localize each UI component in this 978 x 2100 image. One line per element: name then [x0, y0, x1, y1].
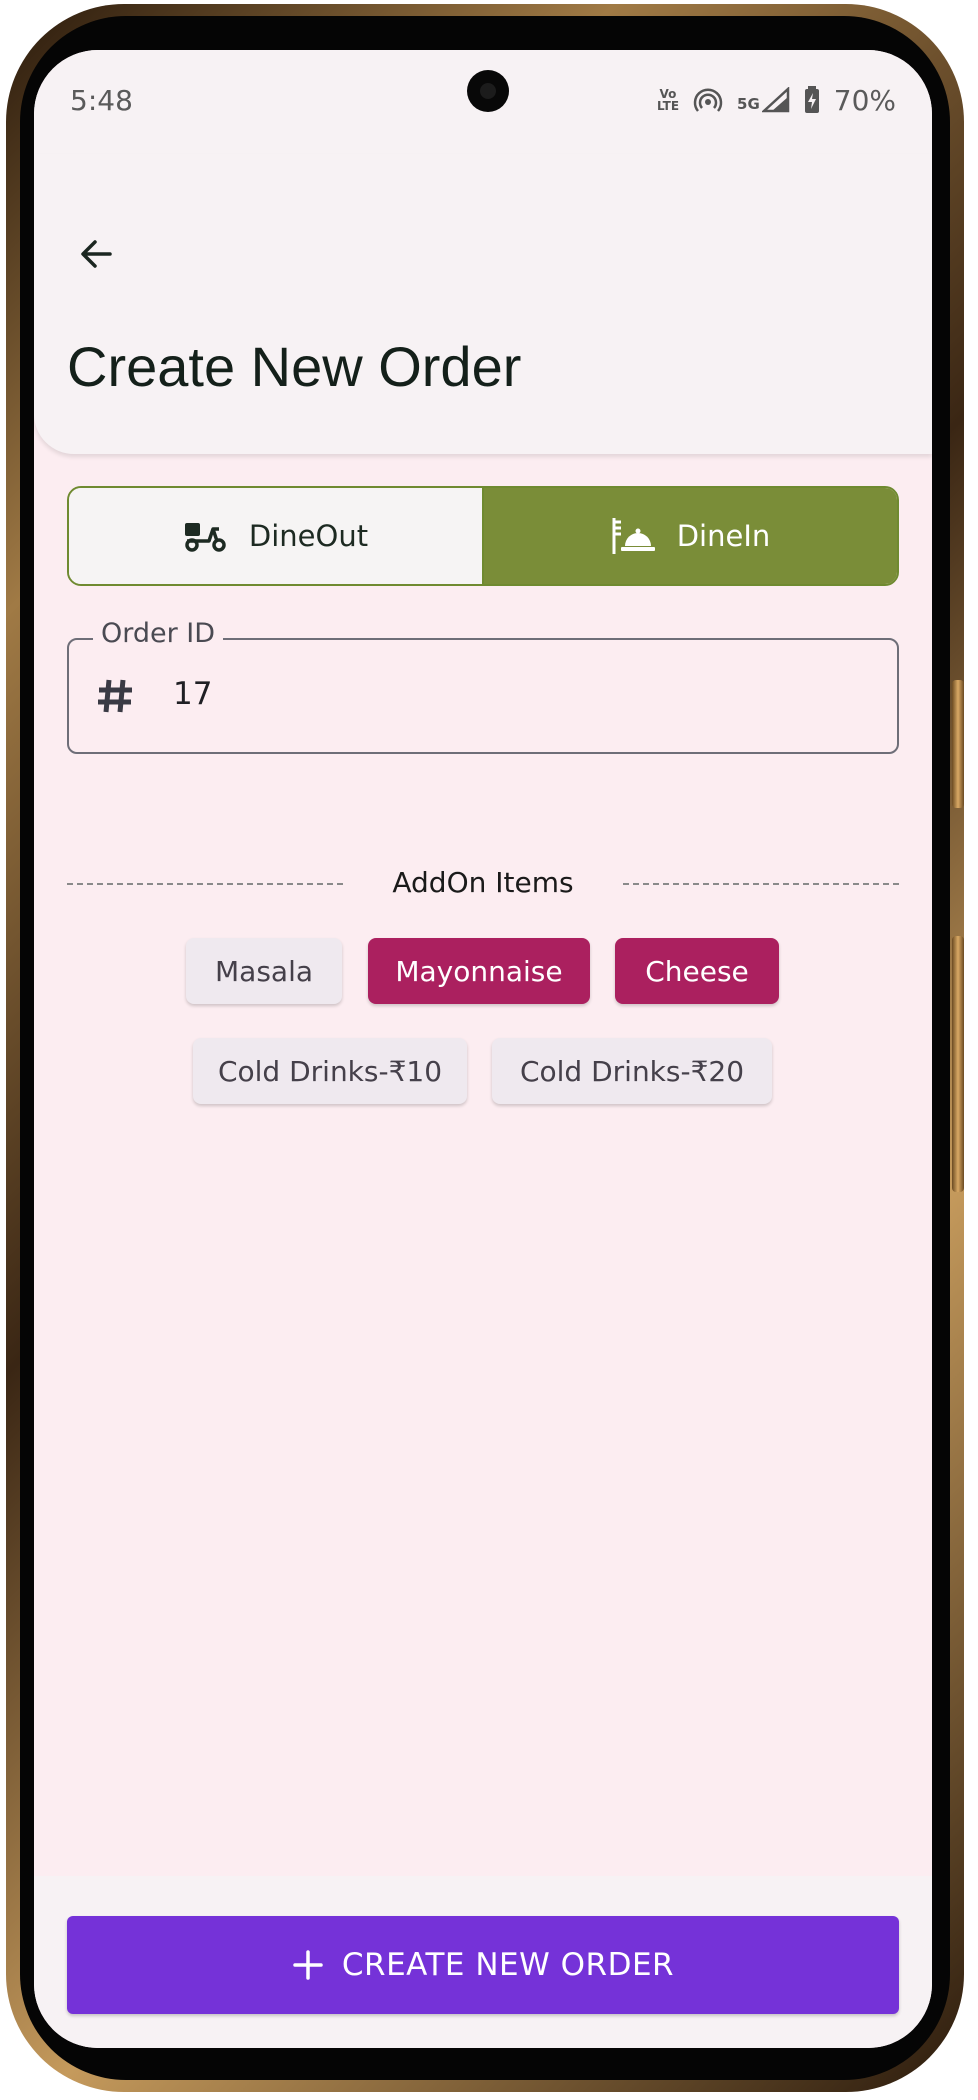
create-order-label: CREATE NEW ORDER — [341, 1947, 675, 1983]
dineout-label: DineOut — [248, 519, 369, 553]
addon-divider: AddOn Items — [67, 864, 899, 904]
status-bar: 5:48 Vo LTE 5G 70% — [34, 50, 932, 154]
dining-cloche-icon — [612, 518, 655, 554]
hotspot-icon — [693, 88, 723, 112]
addon-chip-label: Mayonnaise — [395, 954, 563, 988]
scooter-delivery-icon — [184, 523, 226, 552]
addon-chip[interactable]: Mayonnaise — [368, 938, 590, 1004]
signal-icon: 5G — [737, 87, 790, 113]
app-screen: 5:48 Vo LTE 5G 70% Create New Order Dine… — [34, 50, 932, 2048]
order-id-value: 17 — [173, 676, 213, 712]
app-bar: Create New Order — [34, 154, 932, 454]
addon-chip-label: Cold Drinks-₹20 — [519, 1054, 745, 1088]
addon-chip-label: Cheese — [645, 954, 749, 988]
back-button[interactable] — [66, 224, 126, 284]
plus-icon — [293, 1950, 323, 1980]
addon-chip-label: Cold Drinks-₹10 — [217, 1054, 443, 1088]
dashed-line-right — [623, 883, 899, 885]
dinein-option[interactable]: DineIn — [484, 488, 897, 584]
addon-chip[interactable]: Cold Drinks-₹20 — [492, 1038, 772, 1104]
dineout-option[interactable]: DineOut — [69, 488, 482, 584]
battery-percent: 70% — [833, 83, 896, 117]
addon-chip[interactable]: Cold Drinks-₹10 — [193, 1038, 467, 1104]
order-type-selector: DineOut DineIn — [67, 486, 899, 586]
arrow-back-icon — [81, 240, 112, 268]
dinein-label: DineIn — [676, 519, 771, 553]
page-title: Create New Order — [67, 335, 522, 398]
addon-chip-label: Masala — [215, 954, 313, 988]
volume-button — [952, 680, 964, 808]
order-id-field[interactable]: Order ID 17 — [67, 618, 899, 754]
battery-charging-icon — [804, 86, 819, 113]
front-camera — [467, 70, 509, 112]
create-order-button[interactable]: CREATE NEW ORDER — [67, 1916, 899, 2014]
status-time: 5:48 — [70, 84, 133, 117]
volte-icon: Vo LTE — [656, 87, 680, 113]
addon-chip[interactable]: Masala — [186, 938, 342, 1004]
addon-chip[interactable]: Cheese — [615, 938, 779, 1004]
power-button — [952, 936, 964, 1192]
order-id-label: Order ID — [93, 618, 224, 649]
hash-icon — [98, 679, 132, 713]
status-icons: Vo LTE 5G 70% — [657, 82, 896, 118]
